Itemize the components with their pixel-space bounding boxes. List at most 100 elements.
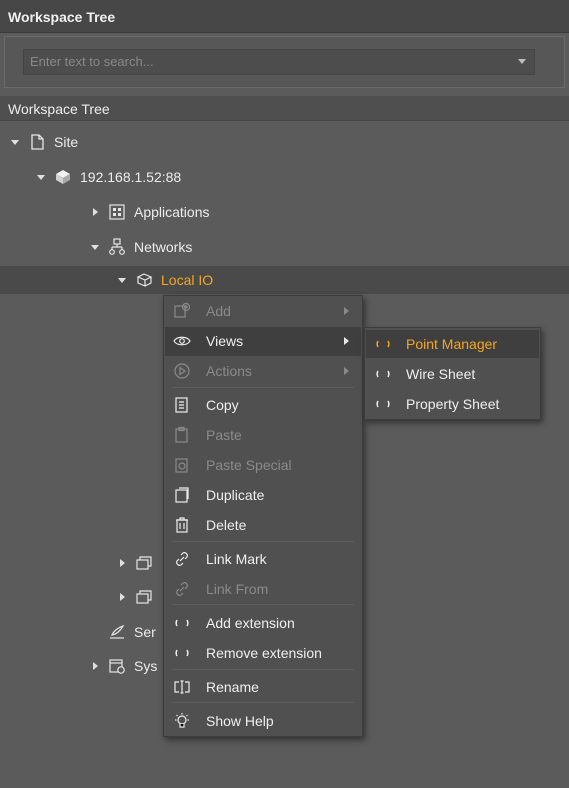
menu-item-label: Paste Special <box>206 457 292 473</box>
search-container: Enter text to search... <box>4 36 565 88</box>
expand-toggle-icon[interactable] <box>34 170 48 184</box>
panel-title: Workspace Tree <box>8 9 116 25</box>
tree-section-title: Workspace Tree <box>8 101 110 117</box>
menu-separator <box>172 604 354 605</box>
menu-item-delete[interactable]: Delete <box>165 511 361 540</box>
eye-icon <box>173 332 191 350</box>
loading-icon <box>173 644 191 662</box>
menu-item-paste[interactable]: Paste <box>165 421 361 450</box>
submenu-item-point-manager[interactable]: Point Manager <box>366 330 539 358</box>
loading-icon <box>374 335 392 353</box>
menu-item-duplicate[interactable]: Duplicate <box>165 481 361 510</box>
submenu-item-wire-sheet[interactable]: Wire Sheet <box>366 360 539 388</box>
expand-toggle-icon[interactable] <box>115 556 129 570</box>
copy-icon <box>173 396 191 414</box>
panel-header: Workspace Tree <box>0 0 569 33</box>
tree-item-collapsed-1[interactable] <box>115 549 161 577</box>
applications-icon <box>108 203 126 221</box>
services-icon <box>108 623 126 641</box>
tree-item-system[interactable]: Sys <box>88 652 157 680</box>
menu-separator <box>172 387 354 388</box>
paste-icon <box>173 426 191 444</box>
loading-icon <box>173 614 191 632</box>
menu-item-label: Add <box>206 303 231 319</box>
menu-item-label: Rename <box>206 679 259 695</box>
menu-item-remove-extension[interactable]: Remove extension <box>165 639 361 668</box>
expand-toggle-icon[interactable] <box>8 135 22 149</box>
tree-item-label: Ser <box>134 624 156 640</box>
menu-item-paste-special[interactable]: Paste Special <box>165 451 361 480</box>
station-icon <box>54 168 72 186</box>
views-submenu: Point Manager Wire Sheet Property Sheet <box>364 327 541 420</box>
loading-icon <box>374 365 392 383</box>
expand-toggle-icon[interactable] <box>115 273 129 287</box>
menu-item-label: Delete <box>206 517 247 533</box>
tree-item-local-io[interactable]: Local IO <box>0 266 569 294</box>
menu-item-views[interactable]: Views <box>165 327 361 356</box>
menu-item-show-help[interactable]: Show Help <box>165 707 361 736</box>
tree-item-label: 192.168.1.52:88 <box>80 169 182 185</box>
menu-item-link-from[interactable]: Link From <box>165 575 361 604</box>
menu-separator <box>172 541 354 542</box>
menu-item-label: Add extension <box>206 615 295 631</box>
tree-item-site[interactable]: Site <box>8 128 78 156</box>
menu-item-label: Paste <box>206 427 242 443</box>
menu-item-copy[interactable]: Copy <box>165 391 361 420</box>
duplicate-icon <box>173 486 191 504</box>
tree-item-applications[interactable]: Applications <box>88 198 210 226</box>
search-input[interactable]: Enter text to search... <box>23 49 535 75</box>
system-icon <box>108 657 126 675</box>
tree-item-services[interactable]: Ser <box>108 618 156 646</box>
menu-item-label: Link From <box>206 581 269 597</box>
submenu-item-property-sheet[interactable]: Property Sheet <box>366 390 539 418</box>
menu-item-rename[interactable]: Rename <box>165 673 361 702</box>
tree-item-label: Local IO <box>161 272 214 288</box>
tree-item-label: Networks <box>134 239 193 255</box>
link-icon <box>173 580 191 598</box>
network-icon <box>108 238 126 256</box>
play-icon <box>173 362 191 380</box>
submenu-item-label: Point Manager <box>406 336 498 352</box>
menu-item-label: Copy <box>206 397 239 413</box>
tree-item-networks[interactable]: Networks <box>88 233 192 261</box>
submenu-item-label: Wire Sheet <box>406 366 476 382</box>
menu-item-link-mark[interactable]: Link Mark <box>165 545 361 574</box>
expand-toggle-icon[interactable] <box>88 240 102 254</box>
chevron-right-icon <box>344 337 349 345</box>
add-icon <box>173 302 191 320</box>
folder-stack-icon <box>135 554 153 572</box>
menu-item-add[interactable]: Add <box>165 297 361 326</box>
menu-item-label: Link Mark <box>206 551 267 567</box>
tree-item-collapsed-2[interactable] <box>115 583 161 611</box>
menu-item-label: Show Help <box>206 713 274 729</box>
expand-toggle-icon[interactable] <box>115 590 129 604</box>
tree-item-label: Applications <box>134 204 210 220</box>
menu-item-label: Remove extension <box>206 645 322 661</box>
tree-item-host[interactable]: 192.168.1.52:88 <box>34 163 181 191</box>
rename-icon <box>173 678 191 696</box>
chevron-down-icon[interactable] <box>518 59 526 64</box>
chevron-right-icon <box>344 367 349 375</box>
menu-item-label: Actions <box>206 363 252 379</box>
menu-item-actions[interactable]: Actions <box>165 357 361 386</box>
menu-item-add-extension[interactable]: Add extension <box>165 609 361 638</box>
expand-toggle-icon[interactable] <box>88 659 102 673</box>
trash-icon <box>173 516 191 534</box>
tree-section-label: Workspace Tree <box>0 96 569 121</box>
tree-item-label: Sys <box>134 658 158 674</box>
chevron-right-icon <box>344 307 349 315</box>
expand-toggle-icon[interactable] <box>88 205 102 219</box>
context-menu: Add Views Actions Copy Paste Paste Speci… <box>163 295 363 737</box>
submenu-item-label: Property Sheet <box>406 396 500 412</box>
search-placeholder: Enter text to search... <box>30 54 154 69</box>
device-icon <box>135 271 153 289</box>
link-icon <box>173 550 191 568</box>
file-icon <box>28 133 46 151</box>
menu-item-label: Views <box>206 333 244 349</box>
menu-separator <box>172 702 354 703</box>
folder-stack-icon <box>135 588 153 606</box>
loading-icon <box>374 395 392 413</box>
tree-item-label: Site <box>54 134 79 150</box>
help-bulb-icon <box>173 712 191 730</box>
menu-separator <box>172 669 354 670</box>
